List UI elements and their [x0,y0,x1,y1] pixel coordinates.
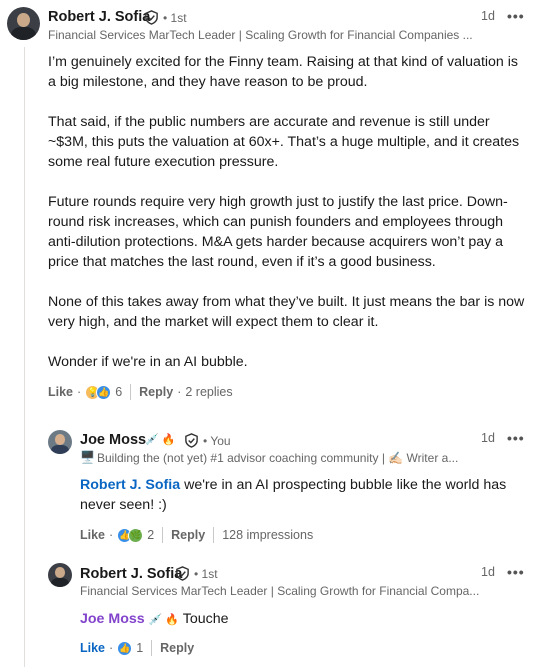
author-headline: Financial Services MarTech Leader | Scal… [48,28,473,42]
like-reaction-icon: 👍 [96,384,112,400]
avatar[interactable] [48,563,72,587]
timestamp: 1d [481,9,495,23]
mention-link[interactable]: Joe Moss [80,611,145,627]
reply-body: Robert J. Sofia we're in an AI prospecti… [80,475,510,515]
more-options-icon[interactable]: ••• [507,8,525,24]
author-headline: Building the (not yet) #1 advisor coachi… [97,451,459,465]
avatar[interactable] [7,7,40,40]
reply-actions: Like · 👍 1 Reply [80,640,195,656]
author-headline: Financial Services MarTech Leader | Scal… [80,584,480,598]
reply-actions: Like · 👍 🌿 2 Reply 128 impressions [80,527,314,543]
comment-body: I’m genuinely excited for the Finny team… [48,52,528,372]
replies-count[interactable]: 2 replies [185,385,232,399]
author-name[interactable]: Joe Moss [80,432,146,448]
connection-degree: • 1st [163,11,187,25]
mention-link[interactable]: Robert J. Sofia [80,477,180,493]
verified-shield-icon [185,433,198,448]
headline-emoji: 🖥️ [80,450,95,464]
mention-emojis: 💉 🔥 [148,614,180,626]
verified-shield-icon [145,10,158,25]
comment-paragraph: I’m genuinely excited for the Finny team… [48,54,519,90]
author-emojis: 💉 🔥 [145,434,176,446]
reactions-summary[interactable]: 👍 🌿 [117,527,144,543]
like-button[interactable]: Like [48,385,73,399]
more-options-icon[interactable]: ••• [507,430,525,446]
impressions-count[interactable]: 128 impressions [222,528,313,542]
reaction-count[interactable]: 6 [115,385,122,399]
timestamp: 1d [481,565,495,579]
comment-paragraph: Wonder if we're in an AI bubble. [48,354,248,370]
timestamp: 1d [481,431,495,445]
reaction-count[interactable]: 2 [147,528,154,542]
reactions-summary[interactable]: 💡 👍 [85,384,112,400]
reactions-summary[interactable]: 👍 [117,640,133,656]
author-name[interactable]: Robert J. Sofia [80,566,182,582]
avatar[interactable] [48,430,72,454]
comment-paragraph: That said, if the public numbers are acc… [48,114,520,170]
like-reaction-icon: 👍 [117,640,133,656]
comment-paragraph: None of this takes away from what they’v… [48,294,525,330]
reaction-count[interactable]: 1 [136,641,143,655]
reply-button[interactable]: Reply [139,385,173,399]
connection-degree: • 1st [194,567,218,581]
reply-text: Touche [179,611,229,627]
author-name[interactable]: Robert J. Sofia [48,9,150,25]
support-reaction-icon: 🌿 [128,527,144,543]
like-button[interactable]: Like [80,528,105,542]
connection-degree: • You [203,434,231,448]
thread-line [24,47,25,667]
comment-paragraph: Future rounds require very high growth j… [48,194,508,270]
verified-shield-icon [176,566,189,581]
comment-actions: Like · 💡 👍 6 Reply · 2 replies [48,384,233,400]
like-button[interactable]: Like [80,641,105,655]
reply-button[interactable]: Reply [160,641,194,655]
reply-body: Joe Moss 💉 🔥 Touche [80,609,510,630]
reply-button[interactable]: Reply [171,528,205,542]
more-options-icon[interactable]: ••• [507,564,525,580]
